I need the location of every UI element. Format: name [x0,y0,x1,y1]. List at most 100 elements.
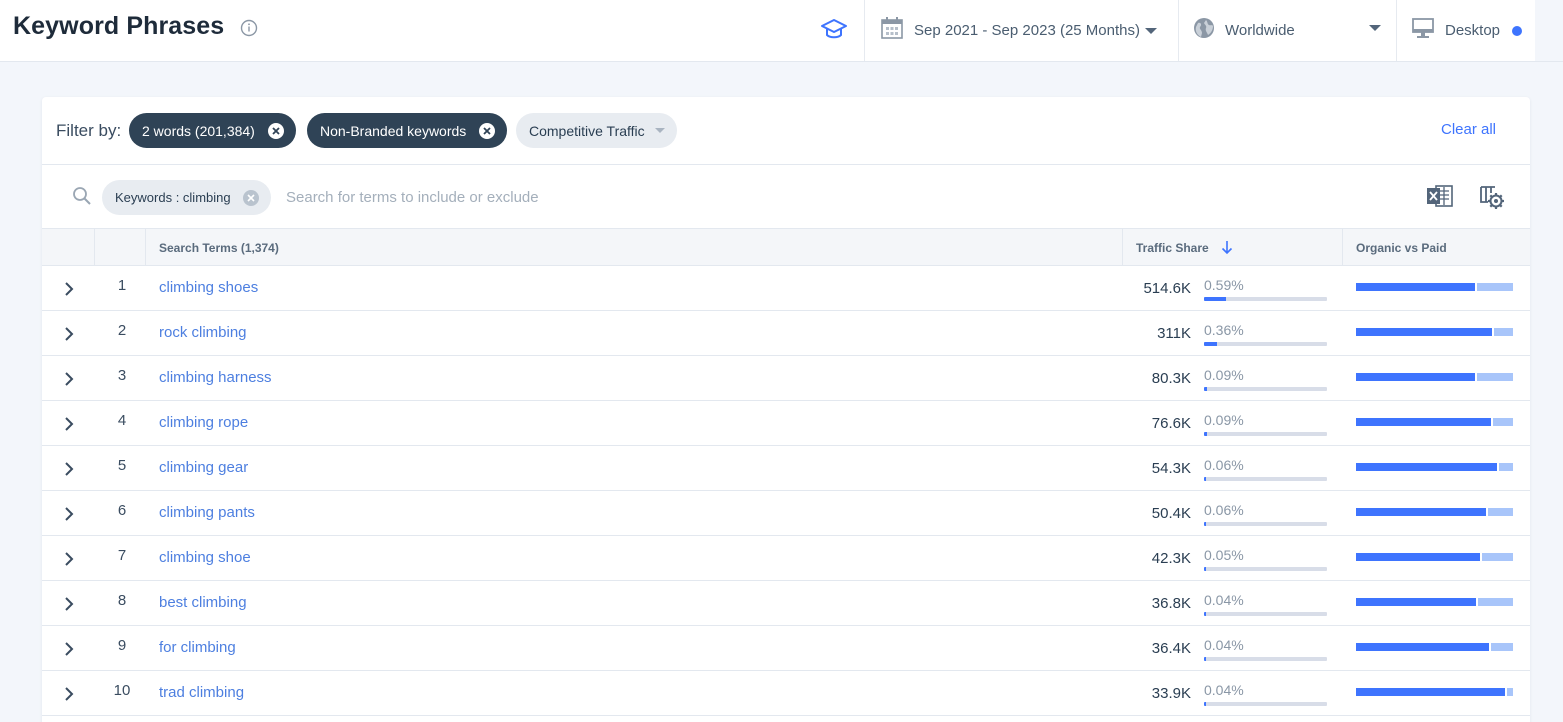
organic-bar-fill [1356,418,1493,426]
column-settings-icon[interactable] [1477,182,1505,210]
table-row[interactable]: 5 climbing gear 54.3K 0.06% [42,446,1530,491]
search-term-link[interactable]: climbing harness [159,369,272,386]
search-term-link[interactable]: climbing rope [159,414,248,431]
table-row[interactable]: 1 climbing shoes 514.6K 0.59% [42,266,1530,311]
chevron-right-icon[interactable] [64,641,74,657]
row-rank: 4 [117,412,127,429]
chevron-right-icon[interactable] [64,506,74,522]
status-dot [1512,25,1523,36]
chevron-right-icon[interactable] [64,416,74,432]
header-search-terms[interactable]: Search Terms (1,374) [146,229,1123,266]
filter-chip-label: Competitive Traffic [529,122,645,139]
top-bar: Keyword Phrases Sep 2021 - Sep 2023 (25 … [0,0,1563,62]
traffic-share-bar-fill [1204,567,1206,571]
traffic-share-bar [1204,477,1327,481]
table-row[interactable]: 9 for climbing 36.4K 0.04% [42,626,1530,671]
chevron-right-icon[interactable] [64,281,74,297]
page-title: Keyword Phrases [13,12,225,40]
search-term-link[interactable]: for climbing [159,639,236,656]
traffic-share-percent: 0.06% [1204,457,1244,473]
search-term-link[interactable]: climbing shoes [159,279,258,296]
traffic-share-bar-fill [1204,342,1218,346]
search-term-link[interactable]: rock climbing [159,324,247,341]
table-row[interactable]: 7 climbing shoe 42.3K 0.05% [42,536,1530,581]
header-divider [1396,0,1397,61]
organic-bar-fill [1356,598,1479,606]
search-input[interactable] [286,184,886,210]
chevron-right-icon[interactable] [64,551,74,567]
date-range-label: Sep 2021 - Sep 2023 (25 Months) [914,22,1140,39]
traffic-share-bar [1204,387,1327,391]
row-rank: 7 [117,547,127,564]
row-rank: 9 [117,637,127,654]
chevron-right-icon[interactable] [64,461,74,477]
clear-all-link[interactable]: Clear all [1441,121,1496,138]
device-selector[interactable]: Desktop [1411,0,1523,61]
table-row[interactable]: 2 rock climbing 311K 0.36% [42,311,1530,356]
traffic-share-bar [1204,342,1327,346]
table-header: Search Terms (1,374) Traffic Share Organ… [42,229,1530,266]
search-term-link[interactable]: climbing pants [159,504,255,521]
traffic-value: 514.6K [1143,280,1191,297]
filter-chip-word-count[interactable]: 2 words (201,384) [129,113,296,148]
organic-vs-paid-bar [1356,283,1513,291]
search-term-link[interactable]: trad climbing [159,684,244,701]
traffic-value: 36.8K [1151,595,1191,612]
sort-arrow-down-icon[interactable] [1221,239,1233,255]
table-row[interactable]: 10 trad climbing 33.9K 0.04% [42,671,1530,716]
traffic-share-bar-fill [1204,387,1208,391]
organic-vs-paid-bar [1356,643,1513,651]
row-rank: 8 [117,592,127,609]
table-row[interactable]: 6 climbing pants 50.4K 0.06% [42,491,1530,536]
chevron-right-icon[interactable] [64,596,74,612]
filter-chip-competitive-traffic[interactable]: Competitive Traffic [516,113,677,148]
table-row[interactable]: 4 climbing rope 76.6K 0.09% [42,401,1530,446]
organic-bar-fill [1356,463,1499,471]
close-icon[interactable] [242,189,259,206]
row-rank: 2 [117,322,127,339]
chevron-right-icon[interactable] [64,686,74,702]
traffic-value: 80.3K [1151,370,1191,387]
keywords-card: Filter by: 2 words (201,384) Non-Branded… [42,97,1530,722]
traffic-share-percent: 0.06% [1204,502,1244,518]
traffic-share-percent: 0.09% [1204,412,1244,428]
search-term-link[interactable]: climbing gear [159,459,248,476]
header-traffic-share[interactable]: Traffic Share [1123,229,1343,266]
graduation-cap-icon[interactable] [820,16,848,42]
table-row[interactable]: 3 climbing harness 80.3K 0.09% [42,356,1530,401]
filter-chip-label: 2 words (201,384) [142,122,255,139]
organic-bar-fill [1356,688,1507,696]
organic-bar-fill [1356,643,1492,651]
excel-export-icon[interactable] [1426,183,1454,209]
traffic-value: 54.3K [1151,460,1191,477]
organic-bar-fill [1356,508,1488,516]
keyword-filter-chip[interactable]: Keywords : climbing [102,180,271,215]
device-label: Desktop [1445,22,1501,39]
search-term-link[interactable]: best climbing [159,594,247,611]
traffic-share-bar-fill [1204,297,1226,301]
traffic-share-bar [1204,702,1327,706]
close-icon[interactable] [267,122,284,139]
traffic-share-bar-fill [1204,522,1207,526]
info-icon[interactable] [240,19,258,37]
row-rank: 1 [117,277,127,294]
table-row[interactable]: 8 best climbing 36.8K 0.04% [42,581,1530,626]
chevron-right-icon[interactable] [64,371,74,387]
traffic-share-percent: 0.04% [1204,592,1244,608]
row-rank: 5 [117,457,127,474]
country-label: Worldwide [1225,22,1295,39]
traffic-share-bar-fill [1204,702,1206,706]
filter-bar: Filter by: 2 words (201,384) Non-Branded… [42,97,1530,165]
country-selector[interactable]: Worldwide [1193,0,1383,61]
chevron-right-icon[interactable] [64,326,74,342]
search-term-link[interactable]: climbing shoe [159,549,251,566]
traffic-share-percent: 0.04% [1204,682,1244,698]
close-icon[interactable] [479,122,496,139]
date-range-selector[interactable]: Sep 2021 - Sep 2023 (25 Months) [880,0,1157,61]
filter-label: Filter by: [56,121,122,140]
filter-chip-non-branded[interactable]: Non-Branded keywords [307,113,508,148]
header-organic-vs-paid[interactable]: Organic vs Paid [1343,229,1530,266]
traffic-share-header-label: Traffic Share [1136,241,1209,255]
organic-vs-paid-bar [1356,463,1513,471]
organic-vs-paid-bar [1356,598,1513,606]
